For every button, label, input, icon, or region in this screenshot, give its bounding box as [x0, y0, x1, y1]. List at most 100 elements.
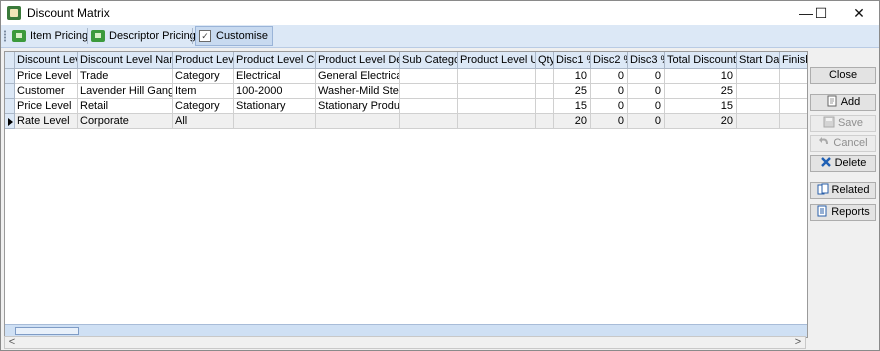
table-cell[interactable]: [780, 99, 807, 114]
item-pricing-button[interactable]: Item Pricing: [10, 27, 88, 45]
discount-grid[interactable]: Discount LevelDiscount Level NameProduct…: [4, 51, 808, 338]
table-cell[interactable]: General Electrical: [316, 69, 400, 84]
table-cell[interactable]: 15: [665, 99, 737, 114]
table-cell[interactable]: [458, 84, 536, 99]
table-cell[interactable]: Retail: [78, 99, 173, 114]
table-cell[interactable]: [737, 99, 780, 114]
column-header[interactable]: Discount Level: [15, 52, 78, 68]
table-cell[interactable]: [316, 114, 400, 129]
table-cell[interactable]: 0: [591, 114, 628, 129]
header-corner[interactable]: [5, 52, 15, 68]
scroll-right-icon[interactable]: >: [791, 337, 805, 348]
table-cell[interactable]: [400, 69, 458, 84]
table-cell[interactable]: 25: [554, 84, 591, 99]
table-cell[interactable]: [400, 114, 458, 129]
row-selector[interactable]: [5, 84, 15, 99]
table-cell[interactable]: Trade: [78, 69, 173, 84]
table-cell[interactable]: [400, 99, 458, 114]
table-cell[interactable]: Item: [173, 84, 234, 99]
column-header[interactable]: Start Date: [737, 52, 780, 68]
table-cell[interactable]: 100-2000: [234, 84, 316, 99]
horizontal-scrollbar[interactable]: < >: [4, 336, 806, 349]
table-cell[interactable]: 0: [628, 114, 665, 129]
related-button[interactable]: Related: [810, 182, 876, 199]
table-cell[interactable]: 0: [628, 99, 665, 114]
table-cell[interactable]: Category: [173, 69, 234, 84]
table-cell[interactable]: 25: [665, 84, 737, 99]
table-cell[interactable]: Corporate: [78, 114, 173, 129]
table-cell[interactable]: Rate Level: [15, 114, 78, 129]
table-cell[interactable]: 10: [554, 69, 591, 84]
table-cell[interactable]: [458, 99, 536, 114]
table-cell[interactable]: [234, 114, 316, 129]
column-header[interactable]: Product Level Desc: [316, 52, 400, 68]
table-cell[interactable]: 10: [665, 69, 737, 84]
table-cell[interactable]: [737, 114, 780, 129]
customise-button[interactable]: ✓ Customise: [195, 26, 273, 46]
table-cell[interactable]: Stationary: [234, 99, 316, 114]
reports-button[interactable]: Reports: [810, 204, 876, 221]
column-header[interactable]: Qty: [536, 52, 554, 68]
column-header[interactable]: Sub Category: [400, 52, 458, 68]
table-cell[interactable]: [458, 69, 536, 84]
customise-label: Customise: [216, 30, 268, 42]
column-header[interactable]: Disc1 %: [554, 52, 591, 68]
table-cell[interactable]: Customer: [15, 84, 78, 99]
table-cell[interactable]: 15: [554, 99, 591, 114]
table-cell[interactable]: 0: [591, 84, 628, 99]
toolbar-separator: [87, 28, 88, 44]
table-row[interactable]: Rate Level Corporate All 20 0 0 20: [5, 114, 807, 129]
descriptor-pricing-button[interactable]: Descriptor Pricing: [89, 27, 196, 45]
column-header[interactable]: Product Level Code: [234, 52, 316, 68]
table-cell[interactable]: Category: [173, 99, 234, 114]
table-cell[interactable]: Washer-Mild Steel...: [316, 84, 400, 99]
column-header[interactable]: Product Level Unit: [458, 52, 536, 68]
table-cell[interactable]: [780, 69, 807, 84]
row-selector[interactable]: [5, 99, 15, 114]
scroll-left-icon[interactable]: <: [5, 337, 19, 348]
table-cell[interactable]: 0: [591, 99, 628, 114]
table-row[interactable]: Price Level Retail Category Stationary Stati…: [5, 99, 807, 114]
row-selector[interactable]: [5, 69, 15, 84]
table-cell[interactable]: Electrical: [234, 69, 316, 84]
add-button[interactable]: Add: [810, 94, 876, 111]
cancel-button[interactable]: Cancel: [810, 135, 876, 152]
table-cell[interactable]: [536, 114, 554, 129]
app-icon: [7, 6, 21, 20]
footer-scroll-thumb[interactable]: [15, 327, 79, 335]
column-header[interactable]: Disc3 %: [628, 52, 665, 68]
table-cell[interactable]: [737, 84, 780, 99]
column-header[interactable]: Total Discount %: [665, 52, 737, 68]
column-header[interactable]: Finish: [780, 52, 807, 68]
close-window-button[interactable]: ✕: [836, 1, 879, 25]
table-cell[interactable]: [737, 69, 780, 84]
table-cell[interactable]: Lavender Hill Gang Ltd: [78, 84, 173, 99]
table-cell[interactable]: [780, 114, 807, 129]
delete-button[interactable]: Delete: [810, 155, 876, 172]
table-cell[interactable]: Price Level: [15, 69, 78, 84]
save-button[interactable]: Save: [810, 115, 876, 132]
row-selector[interactable]: [5, 114, 15, 129]
table-cell[interactable]: 0: [628, 69, 665, 84]
table-cell[interactable]: 20: [554, 114, 591, 129]
table-cell[interactable]: Price Level: [15, 99, 78, 114]
table-cell[interactable]: All: [173, 114, 234, 129]
table-cell[interactable]: Stationary Products: [316, 99, 400, 114]
table-cell[interactable]: [458, 114, 536, 129]
table-row[interactable]: CustomerLavender Hill Gang LtdItem100-20…: [5, 84, 807, 99]
column-header[interactable]: Product Level: [173, 52, 234, 68]
column-header[interactable]: Discount Level Name: [78, 52, 173, 68]
table-cell[interactable]: 0: [628, 84, 665, 99]
table-cell[interactable]: [536, 69, 554, 84]
table-cell[interactable]: [536, 84, 554, 99]
table-row[interactable]: Price Level Trade Category Electrical Genera…: [5, 69, 807, 84]
toolbar-grip[interactable]: [4, 30, 6, 42]
table-cell[interactable]: [780, 84, 807, 99]
table-cell[interactable]: 20: [665, 114, 737, 129]
close-button[interactable]: Close: [810, 67, 876, 84]
table-cell[interactable]: [400, 84, 458, 99]
grid-header: Discount LevelDiscount Level NameProduct…: [5, 52, 807, 69]
table-cell[interactable]: 0: [591, 69, 628, 84]
column-header[interactable]: Disc2 %: [591, 52, 628, 68]
table-cell[interactable]: [536, 99, 554, 114]
